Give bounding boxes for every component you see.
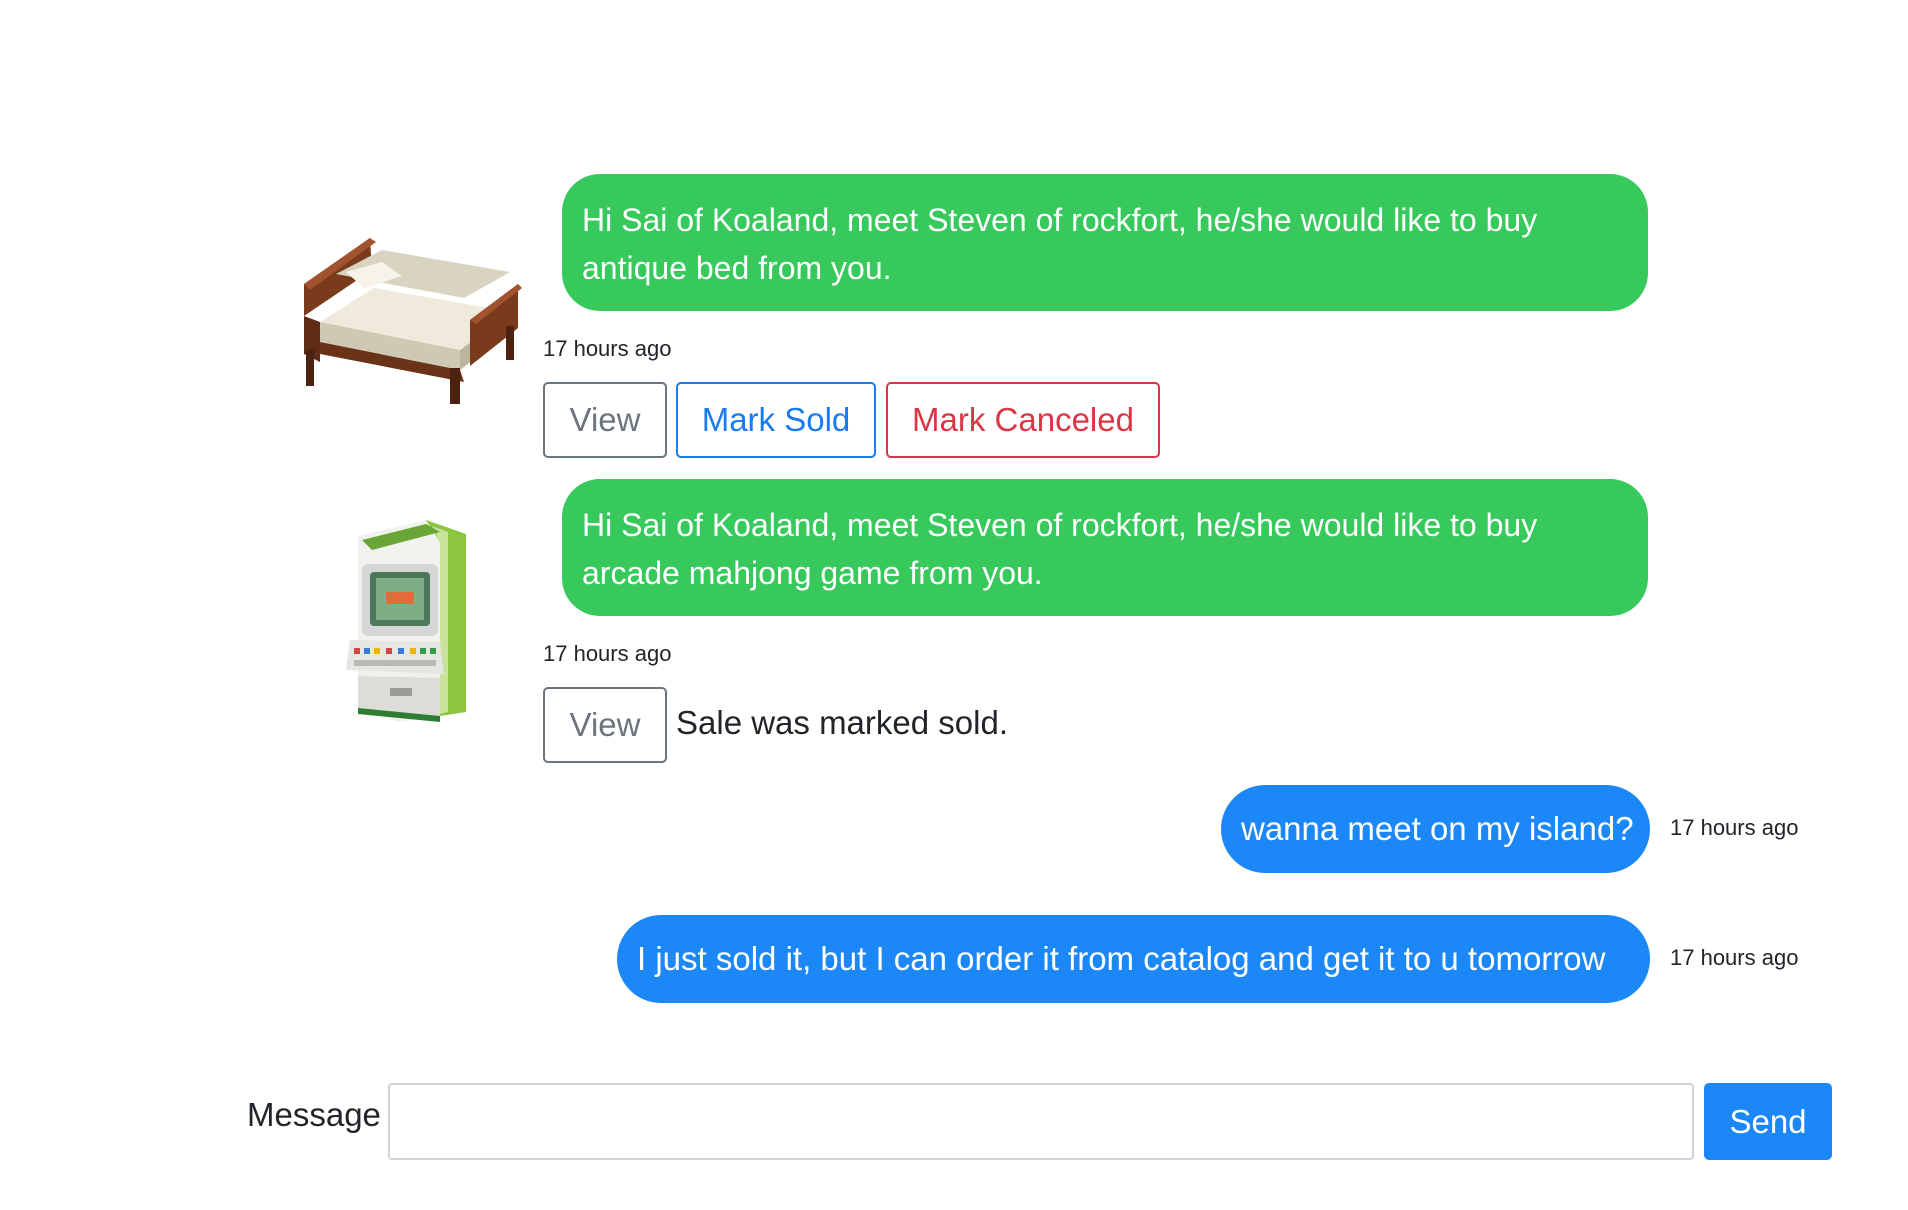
mark-canceled-button[interactable]: Mark Canceled bbox=[886, 382, 1160, 458]
user-message-bubble: I just sold it, but I can order it from … bbox=[617, 915, 1650, 1003]
item-avatar-antique-bed bbox=[290, 232, 526, 408]
message-timestamp: 17 hours ago bbox=[1670, 945, 1799, 970]
message-label: Message bbox=[247, 1096, 381, 1133]
send-button[interactable]: Send bbox=[1704, 1083, 1832, 1160]
view-button[interactable]: View bbox=[543, 687, 667, 763]
arcade-mahjong-game-icon bbox=[346, 520, 466, 722]
sale-status-text: Sale was marked sold. bbox=[676, 704, 1008, 741]
message-timestamp: 17 hours ago bbox=[1670, 815, 1799, 840]
item-avatar-arcade-mahjong bbox=[336, 512, 480, 724]
antique-bed-icon bbox=[304, 238, 522, 404]
system-message-bubble: Hi Sai of Koaland, meet Steven of rockfo… bbox=[562, 479, 1648, 616]
user-message-bubble: wanna meet on my island? bbox=[1221, 785, 1650, 873]
view-button[interactable]: View bbox=[543, 382, 667, 458]
mark-sold-button[interactable]: Mark Sold bbox=[676, 382, 876, 458]
message-timestamp: 17 hours ago bbox=[543, 336, 672, 361]
system-message-bubble: Hi Sai of Koaland, meet Steven of rockfo… bbox=[562, 174, 1648, 311]
message-timestamp: 17 hours ago bbox=[543, 641, 672, 666]
message-input[interactable] bbox=[388, 1083, 1694, 1160]
